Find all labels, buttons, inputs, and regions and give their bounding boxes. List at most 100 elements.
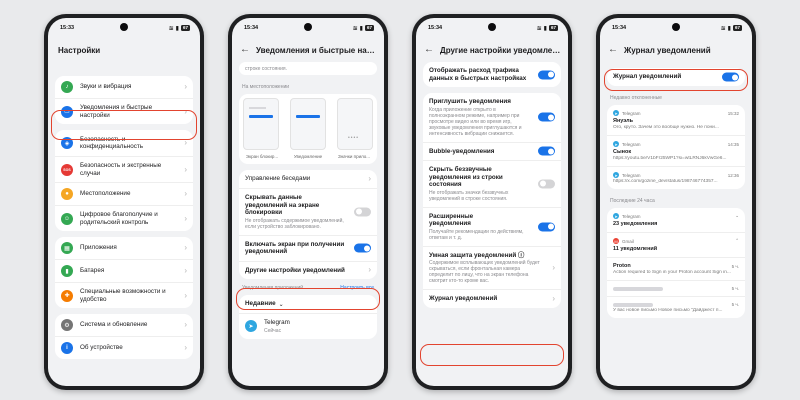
journal-toggle-item[interactable]: Журнал уведомлений	[607, 68, 745, 86]
bubble-toggle[interactable]	[538, 146, 555, 156]
sos-icon: SOS	[61, 163, 73, 176]
chevron-right-icon: ›	[552, 293, 555, 303]
mockup-label: Уведомление	[293, 154, 323, 159]
app-item-telegram[interactable]: ➤ Telegram Сейчас	[239, 313, 377, 339]
log-group-gmail[interactable]: M Gmail ⌃ 11 уведомлений	[607, 232, 745, 257]
phone-other-settings: 15:34 ≋ ▮ 67 ← Другие настройки уведомлени…	[412, 14, 572, 390]
hide-data-sub: Не отображать содержимое уведомлений, ес…	[245, 217, 344, 230]
settings-item-about[interactable]: i Об устройстве ›	[55, 336, 193, 359]
phone-settings: 15:33 ≋ ▮ 67 Настройки ♪ Звуки и вибрация …	[44, 14, 204, 390]
wifi-icon: ≋	[352, 25, 358, 32]
log-text: У вас новое письмо Новое письмо "Дайджес…	[613, 308, 723, 313]
extended-item[interactable]: Расширенные уведомления Получайте рекоме…	[423, 206, 561, 246]
settings-item-label: Местоположение	[80, 190, 131, 198]
mockup-app-icons[interactable]: ••••	[337, 98, 373, 150]
other-settings-item[interactable]: Другие настройки уведомлений ›	[239, 260, 377, 280]
smart-protection-item[interactable]: Умная защита уведомлений ⓘ Содержимое вс…	[423, 245, 561, 290]
back-arrow-icon[interactable]: ←	[240, 45, 250, 55]
log-group-telegram[interactable]: ➤ Telegram ⌄ 23 уведомления	[607, 208, 745, 232]
gear-icon: ⚙	[61, 319, 73, 331]
settings-item-apps[interactable]: ▦ Приложения ›	[55, 237, 193, 259]
journal-content: Журнал уведомлений Недавно отклоненные ➤…	[607, 68, 745, 386]
status-bar: 15:34 ≋ ▮ 67	[428, 23, 558, 33]
configure-all-link[interactable]: Настроить все	[340, 285, 374, 291]
chevron-right-icon: ›	[184, 82, 187, 91]
settings-group-2: ◈ Безопасность и конфиденциальность › SO…	[55, 130, 193, 231]
traffic-toggle[interactable]	[538, 70, 555, 79]
log-time: 12:36	[727, 172, 739, 178]
mockup-label: Экран блокир...	[245, 154, 279, 159]
settings-item-accessibility[interactable]: ✚ Специальные возможности и удобство ›	[55, 282, 193, 308]
log-item[interactable]: 5 ч. У вас новое письмо Новое письмо "Да…	[607, 296, 745, 318]
phone-notifications: 15:34 ≋▮67 ← Уведомления и быстрые настр…	[228, 14, 388, 390]
last-24h-label: Последние 24 часа	[610, 198, 655, 204]
settings-item-battery[interactable]: ▮ Батарея ›	[55, 259, 193, 282]
signal-icon: ▮	[727, 25, 731, 32]
chevron-down-icon: ⌄	[278, 301, 284, 308]
group-app: Telegram	[622, 213, 641, 219]
signal-icon: ▮	[543, 25, 547, 32]
battery-icon: 67	[548, 25, 558, 31]
journal-item[interactable]: Журнал уведомлений ›	[423, 289, 561, 308]
bubble-item[interactable]: Bubble-уведомления	[423, 141, 561, 161]
shield-icon: ◈	[61, 137, 73, 149]
hide-silent-item[interactable]: Скрыть беззвучные уведомления из строки …	[423, 160, 561, 207]
log-item[interactable]: 5 ч.	[607, 280, 745, 296]
log-time: 5 ч.	[731, 263, 739, 269]
hide-silent-toggle[interactable]	[538, 179, 555, 189]
battery-icon: ▮	[61, 265, 73, 277]
recent-card: ➤ Telegram 15:32 Януэль Ого, круто. Зачем …	[607, 105, 745, 189]
settings-item-sounds[interactable]: ♪ Звуки и вибрация ›	[55, 76, 193, 98]
screen-notifications: 15:34 ≋▮67 ← Уведомления и быстрые настр…	[232, 18, 384, 386]
back-arrow-icon[interactable]: ←	[608, 45, 618, 55]
mockup-notification[interactable]	[290, 98, 326, 150]
telegram-icon: ➤	[613, 172, 619, 178]
hide-data-toggle[interactable]	[354, 207, 371, 217]
screen-other-settings: 15:34 ≋ ▮ 67 ← Другие настройки уведомлени…	[416, 18, 568, 386]
notification-icon: ▭	[61, 105, 73, 118]
mute-item[interactable]: Приглушить уведомления Когда приложение …	[423, 93, 561, 142]
traffic-item[interactable]: Отображать расход трафика данных в быстр…	[423, 62, 561, 87]
log-app: Telegram	[622, 172, 641, 178]
location-icon: ●	[61, 188, 73, 200]
wake-screen-toggle[interactable]	[354, 243, 371, 253]
settings-item-security[interactable]: ◈ Безопасность и конфиденциальность ›	[55, 130, 193, 156]
traffic-label: Отображать расход трафика данных в быстр…	[429, 67, 527, 82]
log-title: Сынок	[613, 149, 632, 155]
settings-item-wellbeing[interactable]: ☺ Цифровое благополучие и родительский к…	[55, 205, 193, 231]
app-bar: ← Уведомления и быстрые настройки	[240, 42, 378, 58]
wake-screen-item[interactable]: Включать экран при получении уведомлений	[239, 234, 377, 261]
status-time: 15:33	[60, 25, 75, 31]
settings-list: ♪ Звуки и вибрация › ▭ Уведомления и быс…	[55, 76, 193, 386]
journal-toggle[interactable]	[722, 72, 739, 82]
smart-label: Умная защита уведомлений	[429, 251, 517, 259]
log-item[interactable]: ➤ Telegram 15:32 Януэль Ого, круто. Зачем …	[607, 105, 745, 135]
settings-item-system[interactable]: ⚙ Система и обновление ›	[55, 314, 193, 336]
recent-dropdown[interactable]: Недавние ⌄	[239, 295, 377, 313]
telegram-icon: ➤	[613, 213, 619, 219]
settings-item-label: Звуки и вибрация	[80, 83, 132, 91]
status-time: 15:34	[428, 25, 443, 31]
page-title: Настройки	[58, 45, 101, 55]
mockup-lockscreen[interactable]	[243, 98, 279, 150]
hide-silent-label: Скрыть беззвучные уведомления из строки …	[429, 166, 503, 188]
last-24h-card: ➤ Telegram ⌄ 23 уведомления M Gmail ⌃ 11 уве…	[607, 208, 745, 318]
log-item[interactable]: ➤ Telegram 12:36 https://x.com/gozine_dev/…	[607, 166, 745, 189]
hide-data-item[interactable]: Скрывать данные уведомлений на экране бл…	[239, 188, 377, 235]
wake-screen-label: Включать экран при получении уведомлений	[245, 240, 345, 256]
mockup-label: Значки прило...	[337, 154, 371, 159]
info-icon[interactable]: ⓘ	[518, 252, 524, 259]
settings-item-emergency[interactable]: SOS Безопасность и экстренные случаи ›	[55, 156, 193, 182]
settings-item-location[interactable]: ● Местоположение ›	[55, 182, 193, 205]
settings-item-label: Система и обновление	[80, 321, 148, 329]
chevron-right-icon: ›	[368, 174, 371, 183]
mute-toggle[interactable]	[538, 112, 555, 122]
log-item[interactable]: ➤ Telegram 14:35 Сынок https://youtu.be/V1…	[607, 135, 745, 166]
log-item-proton[interactable]: Proton 5 ч. Action required to Sign in yo…	[607, 257, 745, 280]
conversations-item[interactable]: Управление беседами ›	[239, 170, 377, 188]
expand-icon: ⌄	[735, 213, 739, 218]
settings-item-notifications[interactable]: ▭ Уведомления и быстрые настройки ›	[55, 98, 193, 124]
status-bar: 15:34 ≋ ▮ 67	[244, 23, 374, 33]
conversations-label: Управление беседами	[245, 175, 311, 183]
extended-toggle[interactable]	[538, 222, 555, 231]
